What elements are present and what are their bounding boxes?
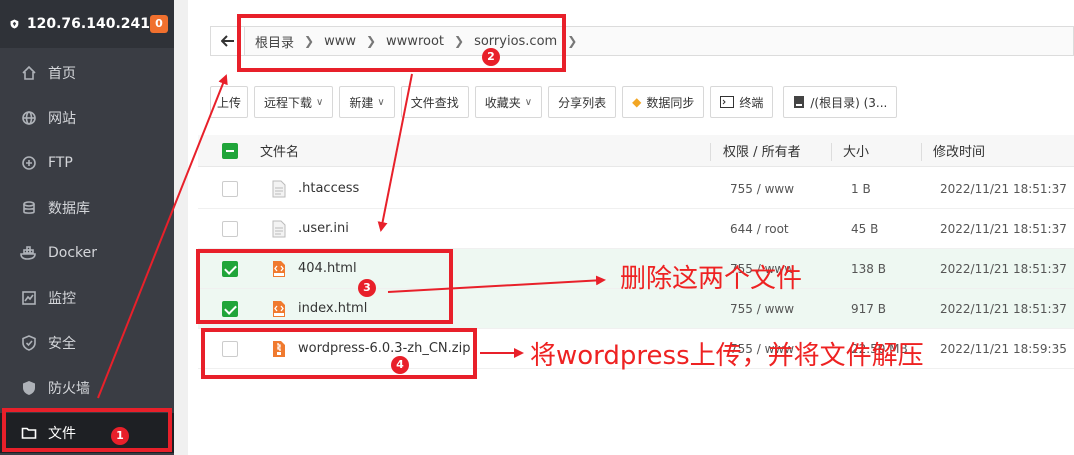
sidebar-item-website[interactable]: 网站: [0, 98, 174, 138]
select-all-checkbox[interactable]: [222, 143, 238, 159]
new-button[interactable]: 新建 ∨: [339, 86, 395, 118]
file-icon: [272, 220, 286, 237]
column-header-size[interactable]: 大小: [843, 141, 869, 160]
disk-icon: [794, 96, 805, 108]
sidebar-item-docker[interactable]: Docker: [0, 233, 174, 273]
annotation-box-breadcrumb: [237, 14, 566, 72]
column-header-mtime[interactable]: 修改时间: [933, 141, 985, 160]
step-marker-3: 3: [358, 279, 376, 297]
remote-download-button[interactable]: 远程下载 ∨: [254, 86, 334, 118]
server-ip: 120.76.140.241: [26, 16, 150, 32]
file-mtime: 2022/11/21 18:51:37: [940, 261, 1067, 276]
annotation-box-zip-file: [201, 328, 477, 379]
disk-button[interactable]: /(根目录) (3...: [783, 86, 898, 118]
sidebar-item-database[interactable]: 数据库: [0, 188, 174, 228]
share-list-button[interactable]: 分享列表: [548, 86, 617, 118]
annotation-upload-note: 将wordpress上传，并将文件解压: [530, 341, 924, 371]
sidebar-item-label: 防火墙: [48, 381, 90, 397]
sidebar-header: 120.76.140.241 0: [0, 0, 174, 48]
sidebar-item-security[interactable]: 安全: [0, 323, 174, 363]
data-sync-button[interactable]: ◆ 数据同步: [622, 86, 705, 118]
annotation-box-files: [2, 408, 172, 452]
row-checkbox[interactable]: [222, 180, 238, 197]
sidebar-item-monitor[interactable]: 监控: [0, 278, 174, 318]
chevron-down-icon: ∨: [377, 96, 385, 108]
toolbar: 上传 远程下载 ∨ 新建 ∨ 文件查找 收藏夹 ∨ 分享列表 ◆ 数据同步 终端 /(根…: [210, 86, 903, 118]
sidebar-item-firewall[interactable]: 防火墙: [0, 368, 174, 408]
file-mtime: 2022/11/21 18:51:37: [940, 181, 1067, 196]
file-name[interactable]: .user.ini: [298, 221, 349, 236]
arrow-left-icon: [220, 35, 234, 47]
favorites-button[interactable]: 收藏夹 ∨: [474, 86, 543, 118]
file-mtime: 2022/11/21 18:59:35: [940, 341, 1067, 356]
column-header-name[interactable]: 文件名: [260, 141, 299, 160]
chevron-down-icon: ∨: [316, 96, 324, 108]
diamond-icon: ◆: [632, 95, 642, 109]
step-marker-4: 4: [391, 356, 409, 374]
docker-icon: [20, 246, 36, 260]
upload-button[interactable]: 上传: [210, 86, 249, 118]
file-perm[interactable]: 755 / www: [730, 182, 794, 196]
file-mtime: 2022/11/21 18:51:37: [940, 301, 1067, 316]
file-size: 1 B: [851, 181, 871, 196]
database-icon: [23, 201, 35, 214]
terminal-button[interactable]: 终端: [710, 86, 774, 118]
file-icon: [272, 180, 286, 197]
file-mtime: 2022/11/21 18:51:37: [940, 221, 1067, 236]
file-perm[interactable]: 755 / www: [730, 302, 794, 316]
logo-icon: [10, 19, 19, 29]
step-marker-1: 1: [111, 427, 129, 445]
file-size: 917 B: [851, 301, 886, 316]
sidebar-item-label: Docker: [48, 245, 98, 261]
table-row[interactable]: .user.ini 644 / root 45 B 2022/11/21 18:…: [198, 209, 1074, 249]
row-checkbox[interactable]: [222, 220, 238, 237]
file-size: 45 B: [851, 221, 879, 236]
shield-icon: [22, 335, 36, 351]
file-perm[interactable]: 644 / root: [730, 222, 789, 236]
notification-badge[interactable]: 0: [150, 15, 168, 33]
file-search-button[interactable]: 文件查找: [400, 86, 469, 118]
terminal-icon: [720, 96, 735, 108]
home-icon: [22, 65, 36, 80]
globe-icon: [22, 111, 36, 125]
table-header: 文件名 权限 / 所有者 大小 修改时间: [198, 135, 1074, 167]
file-size: 138 B: [851, 261, 886, 276]
firewall-icon: [23, 381, 35, 395]
sidebar: 120.76.140.241 0 首页 网站 FTP 数据库 Docker 监控…: [0, 0, 174, 455]
monitor-icon: [22, 291, 36, 305]
ftp-icon: [22, 156, 36, 170]
annotation-box-html-files: [196, 249, 453, 324]
sidebar-item-label: 监控: [48, 291, 76, 307]
table-row[interactable]: .htaccess 755 / www 1 B 2022/11/21 18:51…: [198, 169, 1074, 209]
sidebar-item-label: 首页: [48, 66, 76, 82]
sidebar-item-ftp[interactable]: FTP: [0, 143, 174, 183]
sidebar-item-label: 数据库: [48, 201, 90, 217]
sidebar-item-label: FTP: [48, 155, 73, 171]
annotation-delete-note: 删除这两个文件: [620, 264, 803, 294]
column-header-perm[interactable]: 权限 / 所有者: [723, 141, 801, 160]
chevron-right-icon: ❯: [567, 34, 578, 48]
sidebar-item-label: 安全: [48, 336, 76, 352]
chevron-down-icon: ∨: [524, 96, 533, 108]
step-marker-2: 2: [482, 48, 500, 66]
file-name[interactable]: .htaccess: [298, 181, 359, 196]
sidebar-item-label: 网站: [48, 111, 76, 127]
sidebar-item-home[interactable]: 首页: [0, 53, 174, 93]
